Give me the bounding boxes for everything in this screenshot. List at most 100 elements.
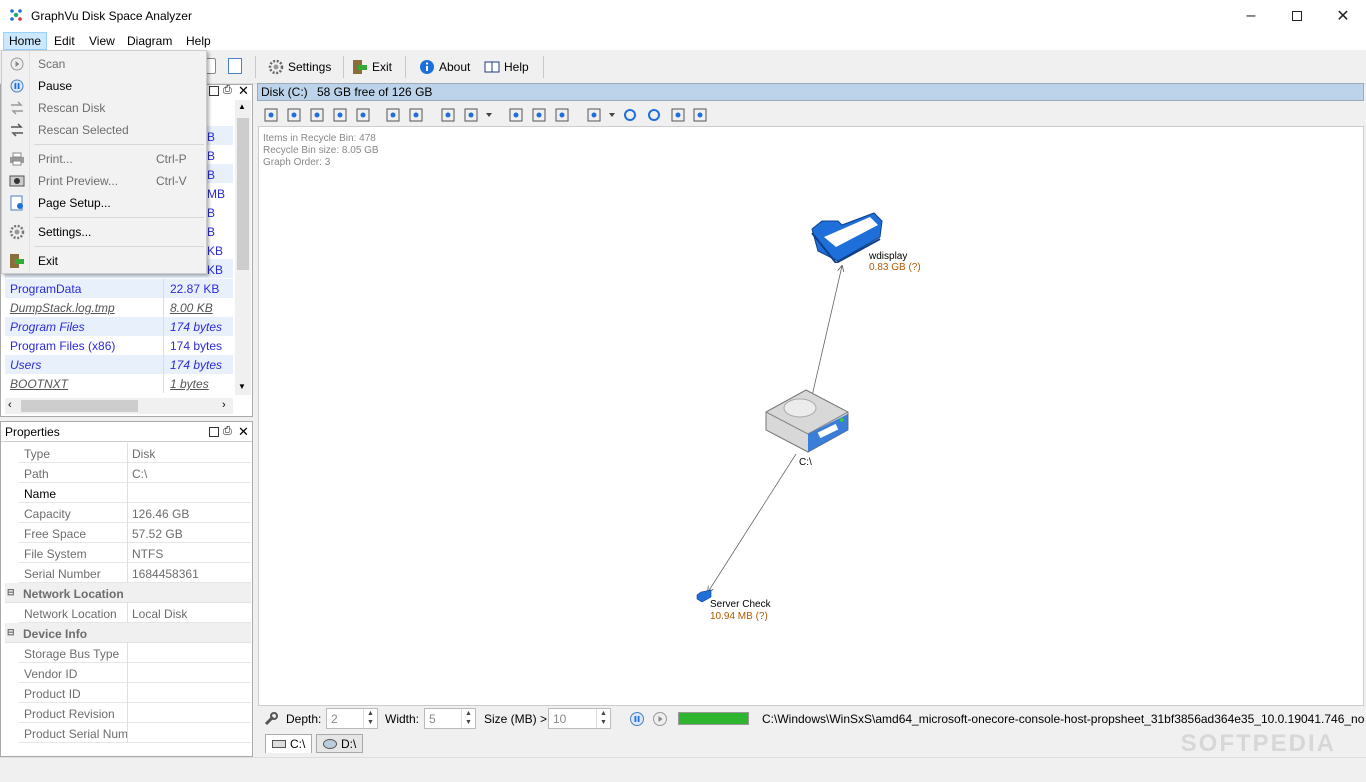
flip-horizontal-icon[interactable] [692,107,708,123]
property-row[interactable]: Product ID [19,683,251,703]
exit-button[interactable]: Exit [352,56,392,78]
scroll-up-icon[interactable]: ▲ [238,102,246,111]
tab-d-drive[interactable]: D:\ [316,734,364,753]
size-spinner[interactable]: 10 ▲ ▼ [548,708,611,729]
property-row[interactable]: File System NTFS [19,543,251,563]
scroll-left-icon[interactable]: ‹ [8,399,12,411]
rescan-icon [11,101,23,115]
help-button[interactable]: Help [484,56,529,78]
property-row[interactable]: Capacity 126.46 GB [19,503,251,523]
select-icon[interactable] [508,107,524,123]
scroll-down-icon[interactable]: ▼ [238,382,246,391]
pane-restore-icon[interactable] [209,427,219,437]
column-divider [127,643,128,663]
scrollbar-thumb[interactable] [21,400,138,412]
property-row[interactable]: Path C:\ [19,463,251,483]
erase-icon[interactable] [554,107,570,123]
menu-page-setup[interactable]: Page Setup... [4,192,206,214]
wrench-icon[interactable] [263,711,279,727]
hard-drive-icon[interactable] [762,386,852,456]
list-item[interactable]: Program Files 174 bytes [5,317,233,336]
zoom-icon[interactable] [463,107,479,123]
rotate-right-icon[interactable] [646,107,662,123]
close-button[interactable]: ✕ [1320,0,1366,31]
menu-settings[interactable]: Settings... [4,221,206,243]
list-item[interactable]: BOOTNXT 1 bytes [5,374,233,393]
spin-arrows-icon[interactable]: ▲ ▼ [363,709,377,728]
dropdown-arrow-icon[interactable] [485,107,501,123]
expand-icon[interactable] [309,107,325,123]
pin-icon[interactable]: ⎙ [223,84,232,97]
file-name: Program Files (x86) [10,339,116,353]
menu-view[interactable]: View [84,32,120,50]
pane-restore-icon[interactable] [209,86,219,96]
layout-icon[interactable] [586,107,602,123]
pane-close-icon[interactable]: ✕ [238,83,249,99]
category-label: Network Location [23,587,124,601]
list-item[interactable]: Program Files (x86) 174 bytes [5,336,233,355]
shuffle-icon[interactable] [408,107,424,123]
menu-scan[interactable]: Scan [4,53,206,75]
scroll-right-icon[interactable]: › [222,399,226,411]
width-label: Width: [385,712,420,726]
property-value: C:\ [132,467,148,481]
property-row[interactable]: Type Disk [19,443,251,463]
property-row[interactable]: Free Space 57.52 GB [19,523,251,543]
fit-icon[interactable] [440,107,456,123]
menu-exit[interactable]: Exit [4,250,206,272]
pause-icon[interactable] [629,711,645,727]
menu-pause[interactable]: Pause [4,75,206,97]
list-item[interactable]: DumpStack.log.tmp 8.00 KB [5,298,233,317]
maximize-icon [1292,10,1302,21]
menu-print[interactable]: Print... Ctrl-P [4,148,206,170]
property-row[interactable]: Serial Number 1684458361 [19,563,251,583]
menu-home[interactable]: Home [3,32,48,50]
play-icon[interactable] [652,711,668,727]
list-item[interactable]: ProgramData 22.87 KB [5,279,233,298]
collapse-icon[interactable]: ⊟ [7,627,15,638]
menu-print-preview[interactable]: Print Preview... Ctrl-V [4,170,206,192]
list-item[interactable]: Users 174 bytes [5,355,233,374]
tab-c-drive[interactable]: C:\ [265,734,313,753]
category-device-info[interactable]: ⊟ Device Info [5,623,251,643]
property-row[interactable]: Product Serial Num [19,723,251,743]
app-icon [10,9,22,21]
printer-icon [10,152,24,166]
column-divider [163,336,164,355]
property-row[interactable]: Name [19,483,251,503]
property-key: Product ID [24,687,81,701]
scrollbar-thumb[interactable] [237,118,249,270]
rotate-left-icon[interactable] [622,107,638,123]
minimize-button[interactable]: – [1228,0,1274,31]
copy-icon[interactable] [286,107,302,123]
spin-arrows-icon[interactable]: ▲ ▼ [596,709,610,728]
page-setup-icon[interactable] [228,58,242,74]
swap-icon[interactable] [385,107,401,123]
find-icon[interactable] [355,107,371,123]
select-all-icon[interactable] [263,107,279,123]
pin-icon[interactable]: ⎙ [223,425,232,438]
flip-vertical-icon[interactable] [670,107,686,123]
about-button[interactable]: About [419,56,470,78]
node-label-root: C:\ [799,457,812,468]
category-network-location[interactable]: ⊟ Network Location [5,583,251,603]
delete-icon[interactable] [531,107,547,123]
menu-rescan-selected[interactable]: Rescan Selected [4,119,206,141]
settings-button[interactable]: Settings [268,56,331,78]
progress-fill [679,713,748,724]
width-spinner[interactable]: 5 ▲ ▼ [424,708,476,729]
pane-close-icon[interactable]: ✕ [238,424,249,440]
collapse-icon[interactable]: ⊟ [7,587,15,598]
menu-diagram[interactable]: Diagram [122,32,177,50]
property-row[interactable]: Product Revision [19,703,251,723]
property-row[interactable]: Storage Bus Type [19,643,251,663]
menu-edit[interactable]: Edit [49,32,80,50]
maximize-button[interactable] [1274,0,1320,31]
spin-arrows-icon[interactable]: ▲ ▼ [461,709,475,728]
property-row[interactable]: Network Location Local Disk [19,603,251,623]
menu-rescan-disk[interactable]: Rescan Disk [4,97,206,119]
binoculars-icon[interactable] [332,107,348,123]
menu-help[interactable]: Help [181,32,216,50]
depth-spinner[interactable]: 2 ▲ ▼ [326,708,378,729]
property-row[interactable]: Vendor ID [19,663,251,683]
